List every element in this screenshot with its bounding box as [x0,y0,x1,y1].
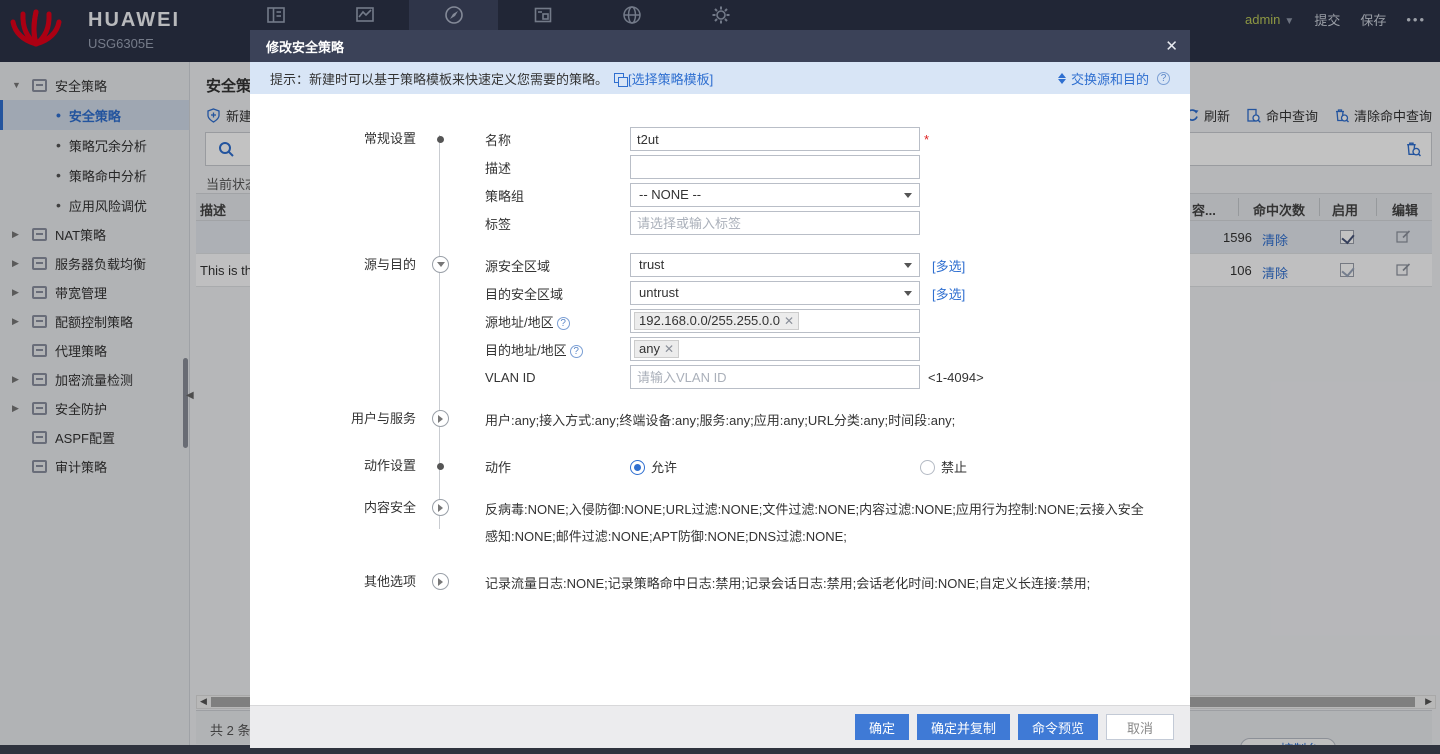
section-dot-icon [437,136,444,143]
screen: HUAWEI USG6305E [0,0,1440,754]
section-user-service: 用户与服务 [250,407,440,431]
policy-group-select[interactable]: -- NONE -- [630,183,920,207]
ok-and-copy-button[interactable]: 确定并复制 [917,714,1010,740]
expand-section-icon[interactable] [432,410,449,427]
name-label: 名称 [485,130,630,149]
policy-group-label: 策略组 [485,186,630,205]
chevron-down-icon [904,193,912,198]
select-policy-template-link[interactable]: [选择策略模板] [614,69,713,88]
remove-chip-icon[interactable]: ✕ [784,313,794,329]
radio-unselected-icon[interactable] [920,460,935,475]
collapse-section-icon[interactable] [432,256,449,273]
close-icon[interactable]: ✕ [1165,37,1178,55]
action-deny-option[interactable]: 禁止 [920,457,967,476]
content-security-summary: 反病毒:NONE;入侵防御:NONE;URL过滤:NONE;文件过滤:NONE;… [485,496,1145,550]
vlan-id-input[interactable] [630,365,920,389]
address-chip: 192.168.0.0/255.255.0.0 ✕ [634,312,799,330]
vlan-id-label: VLAN ID [485,370,630,385]
swap-arrows-icon [1058,73,1066,84]
dialog-titlebar: 修改安全策略 ✕ [250,30,1190,62]
tag-label: 标签 [485,214,630,233]
expand-section-icon[interactable] [432,573,449,590]
help-icon[interactable]: ? [570,345,583,358]
hint-text: 提示：新建时可以基于策略模板来快速定义您需要的策略。 [270,69,608,88]
address-chip: any ✕ [634,340,679,358]
expand-section-icon[interactable] [432,499,449,516]
chevron-down-icon [904,291,912,296]
chevron-down-icon [904,263,912,268]
other-options-summary: 记录流量日志:NONE;记录策略命中日志:禁用;记录会话日志:禁用;会话老化时间… [485,570,1145,597]
swap-source-destination-link[interactable]: 交换源和目的 ? [1058,69,1170,88]
dialog-title: 修改安全策略 [266,37,344,56]
section-general: 常规设置 [250,127,440,151]
ok-button[interactable]: 确定 [855,714,909,740]
template-icon [614,73,624,83]
dialog-body: 常规设置 名称 * 描述 策略组 [250,94,1190,705]
destination-address-label: 目的地址/地区? [485,340,630,359]
dialog-hint-bar: 提示：新建时可以基于策略模板来快速定义您需要的策略。 [选择策略模板] 交换源和… [250,62,1190,94]
destination-zone-multi-select-link[interactable]: [多选] [932,284,965,303]
modify-security-policy-dialog: 修改安全策略 ✕ 提示：新建时可以基于策略模板来快速定义您需要的策略。 [选择策… [250,30,1190,748]
help-icon[interactable]: ? [1157,72,1170,85]
section-other-options: 其他选项 [250,570,440,594]
source-address-input[interactable]: 192.168.0.0/255.255.0.0 ✕ [630,309,920,333]
dialog-footer: 确定 确定并复制 命令预览 取消 [250,705,1190,748]
action-label: 动作 [485,457,630,476]
section-content-security: 内容安全 [250,496,440,520]
name-input[interactable] [630,127,920,151]
section-action: 动作设置 [250,454,440,478]
source-zone-select[interactable]: trust [630,253,920,277]
destination-zone-label: 目的安全区域 [485,284,630,303]
required-asterisk: * [924,132,929,147]
description-label: 描述 [485,158,630,177]
help-icon[interactable]: ? [557,317,570,330]
source-zone-multi-select-link[interactable]: [多选] [932,256,965,275]
user-service-summary: 用户:any;接入方式:any;终端设备:any;服务:any;应用:any;U… [485,407,1145,434]
destination-address-input[interactable]: any ✕ [630,337,920,361]
section-dot-icon [437,463,444,470]
destination-zone-select[interactable]: untrust [630,281,920,305]
source-zone-label: 源安全区域 [485,256,630,275]
source-address-label: 源地址/地区? [485,312,630,331]
cancel-button[interactable]: 取消 [1106,714,1174,740]
remove-chip-icon[interactable]: ✕ [664,341,674,357]
action-allow-option[interactable]: 允许 [630,457,920,476]
vlan-range-hint: <1-4094> [928,370,984,385]
section-source-destination: 源与目的 [250,253,440,277]
command-preview-button[interactable]: 命令预览 [1018,714,1098,740]
description-input[interactable] [630,155,920,179]
radio-selected-icon[interactable] [630,460,645,475]
tag-input[interactable] [630,211,920,235]
